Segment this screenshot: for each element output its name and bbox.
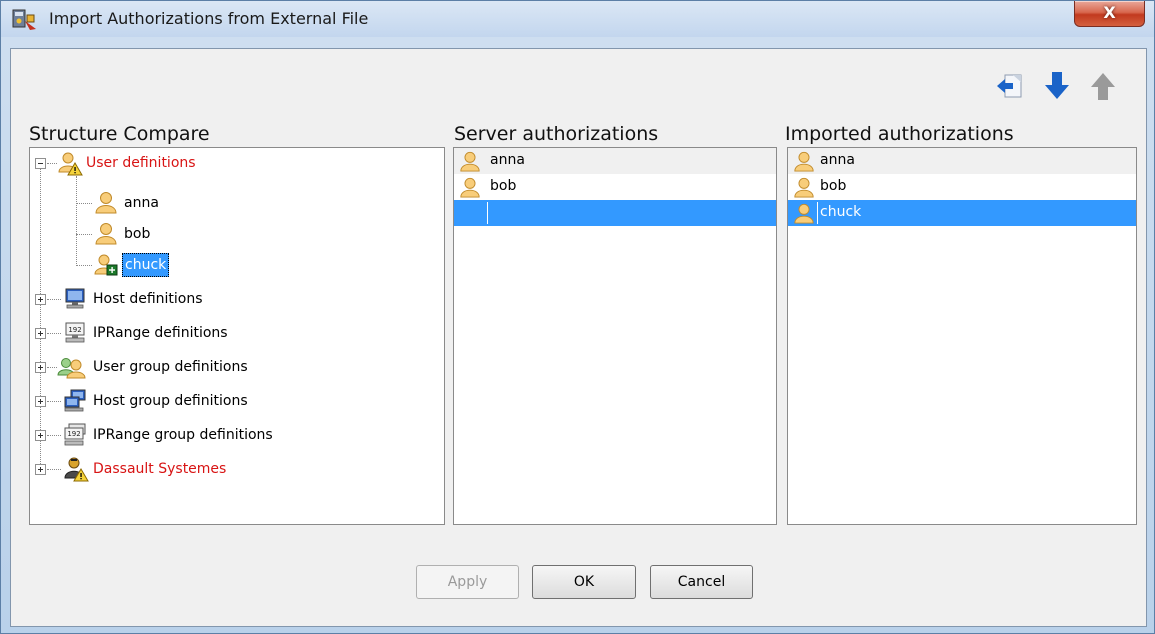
user-icon [794,151,814,172]
tree-item-label: chuck [122,253,170,277]
svg-text:192: 192 [67,430,80,438]
list-item[interactable]: bob [788,174,1136,200]
import-left-icon[interactable] [994,69,1028,103]
dialog-content: Structure Compare Server authorizations … [10,48,1147,627]
ok-button[interactable]: OK [532,565,636,599]
imported-authorizations-heading: Imported authorizations [785,123,1014,145]
tree-item-host-group-definitions[interactable]: Host group definitions [30,388,430,414]
list-item-label: bob [490,178,517,194]
user-icon [794,203,814,224]
list-item-selected[interactable]: chuck [788,200,1136,226]
user-warning-icon [58,152,83,176]
user-icon [794,177,814,198]
imported-authorizations-list[interactable]: anna bob chuck [787,147,1137,525]
close-button[interactable]: X [1074,1,1145,27]
close-icon: X [1103,3,1116,22]
svg-text:192: 192 [68,326,81,334]
list-item[interactable]: bob [454,174,776,200]
org-warning-icon [64,457,89,482]
list-item[interactable]: anna [788,148,1136,174]
title-bar[interactable]: Import Authorizations from External File… [1,1,1154,37]
structure-tree[interactable]: User definitions anna bob chuck Host def… [29,147,445,525]
collapse-icon[interactable] [35,158,46,169]
expand-icon[interactable] [35,430,46,441]
server-authorizations-list[interactable]: anna bob [453,147,777,525]
dialog-window: Import Authorizations from External File… [0,0,1155,634]
structure-compare-heading: Structure Compare [29,123,210,145]
expand-icon[interactable] [35,328,46,339]
list-item-label: bob [820,178,847,194]
iprange-group-icon: 192 [64,423,86,446]
tree-item-label: User definitions [86,155,196,171]
list-item-label: anna [820,152,855,168]
cancel-button[interactable]: Cancel [650,565,753,599]
list-item[interactable]: anna [454,148,776,174]
arrow-up-icon[interactable] [1086,69,1120,103]
expand-icon[interactable] [35,396,46,407]
tree-item-iprange-group-definitions[interactable]: 192 IPRange group definitions [30,422,430,448]
list-item-label: chuck [820,204,862,220]
selection-divider [817,202,818,224]
user-icon [95,192,117,214]
user-icon [460,177,480,198]
list-item-label: anna [490,152,525,168]
tree-item-label: Host group definitions [93,393,248,409]
tree-item-dassault-systemes[interactable]: Dassault Systemes [30,456,430,482]
host-group-icon [64,389,86,412]
apply-button[interactable]: Apply [416,565,519,599]
tree-item-label: IPRange group definitions [93,427,273,443]
expand-icon[interactable] [35,362,46,373]
server-authorizations-heading: Server authorizations [454,123,659,145]
tree-item-label: Dassault Systemes [93,461,227,477]
tree-item-iprange-definitions[interactable]: 192 IPRange definitions [30,320,430,346]
expand-icon[interactable] [35,294,46,305]
user-group-icon [57,358,86,379]
user-icon [95,223,117,245]
tree-item-label: bob [124,226,151,242]
tree-item-chuck[interactable]: chuck [90,252,290,278]
host-icon [65,288,85,309]
tree-item-host-definitions[interactable]: Host definitions [30,286,430,312]
selection-divider [487,202,488,224]
tree-item-label: anna [124,195,159,211]
authorization-app-icon [12,9,36,30]
expand-icon[interactable] [35,464,46,475]
arrow-down-icon[interactable] [1040,69,1074,103]
tree-item-user-definitions[interactable]: User definitions [30,150,430,176]
tree-item-bob[interactable]: bob [90,221,290,247]
window-title: Import Authorizations from External File [49,9,369,28]
tree-item-label: IPRange definitions [93,325,228,341]
tree-item-anna[interactable]: anna [90,190,290,216]
tree-item-label: Host definitions [93,291,203,307]
iprange-icon: 192 [65,322,85,343]
user-icon [460,151,480,172]
tree-item-user-group-definitions[interactable]: User group definitions [30,354,430,380]
tree-item-label: User group definitions [93,359,248,375]
list-item-selected[interactable] [454,200,776,226]
user-add-icon [94,254,118,276]
